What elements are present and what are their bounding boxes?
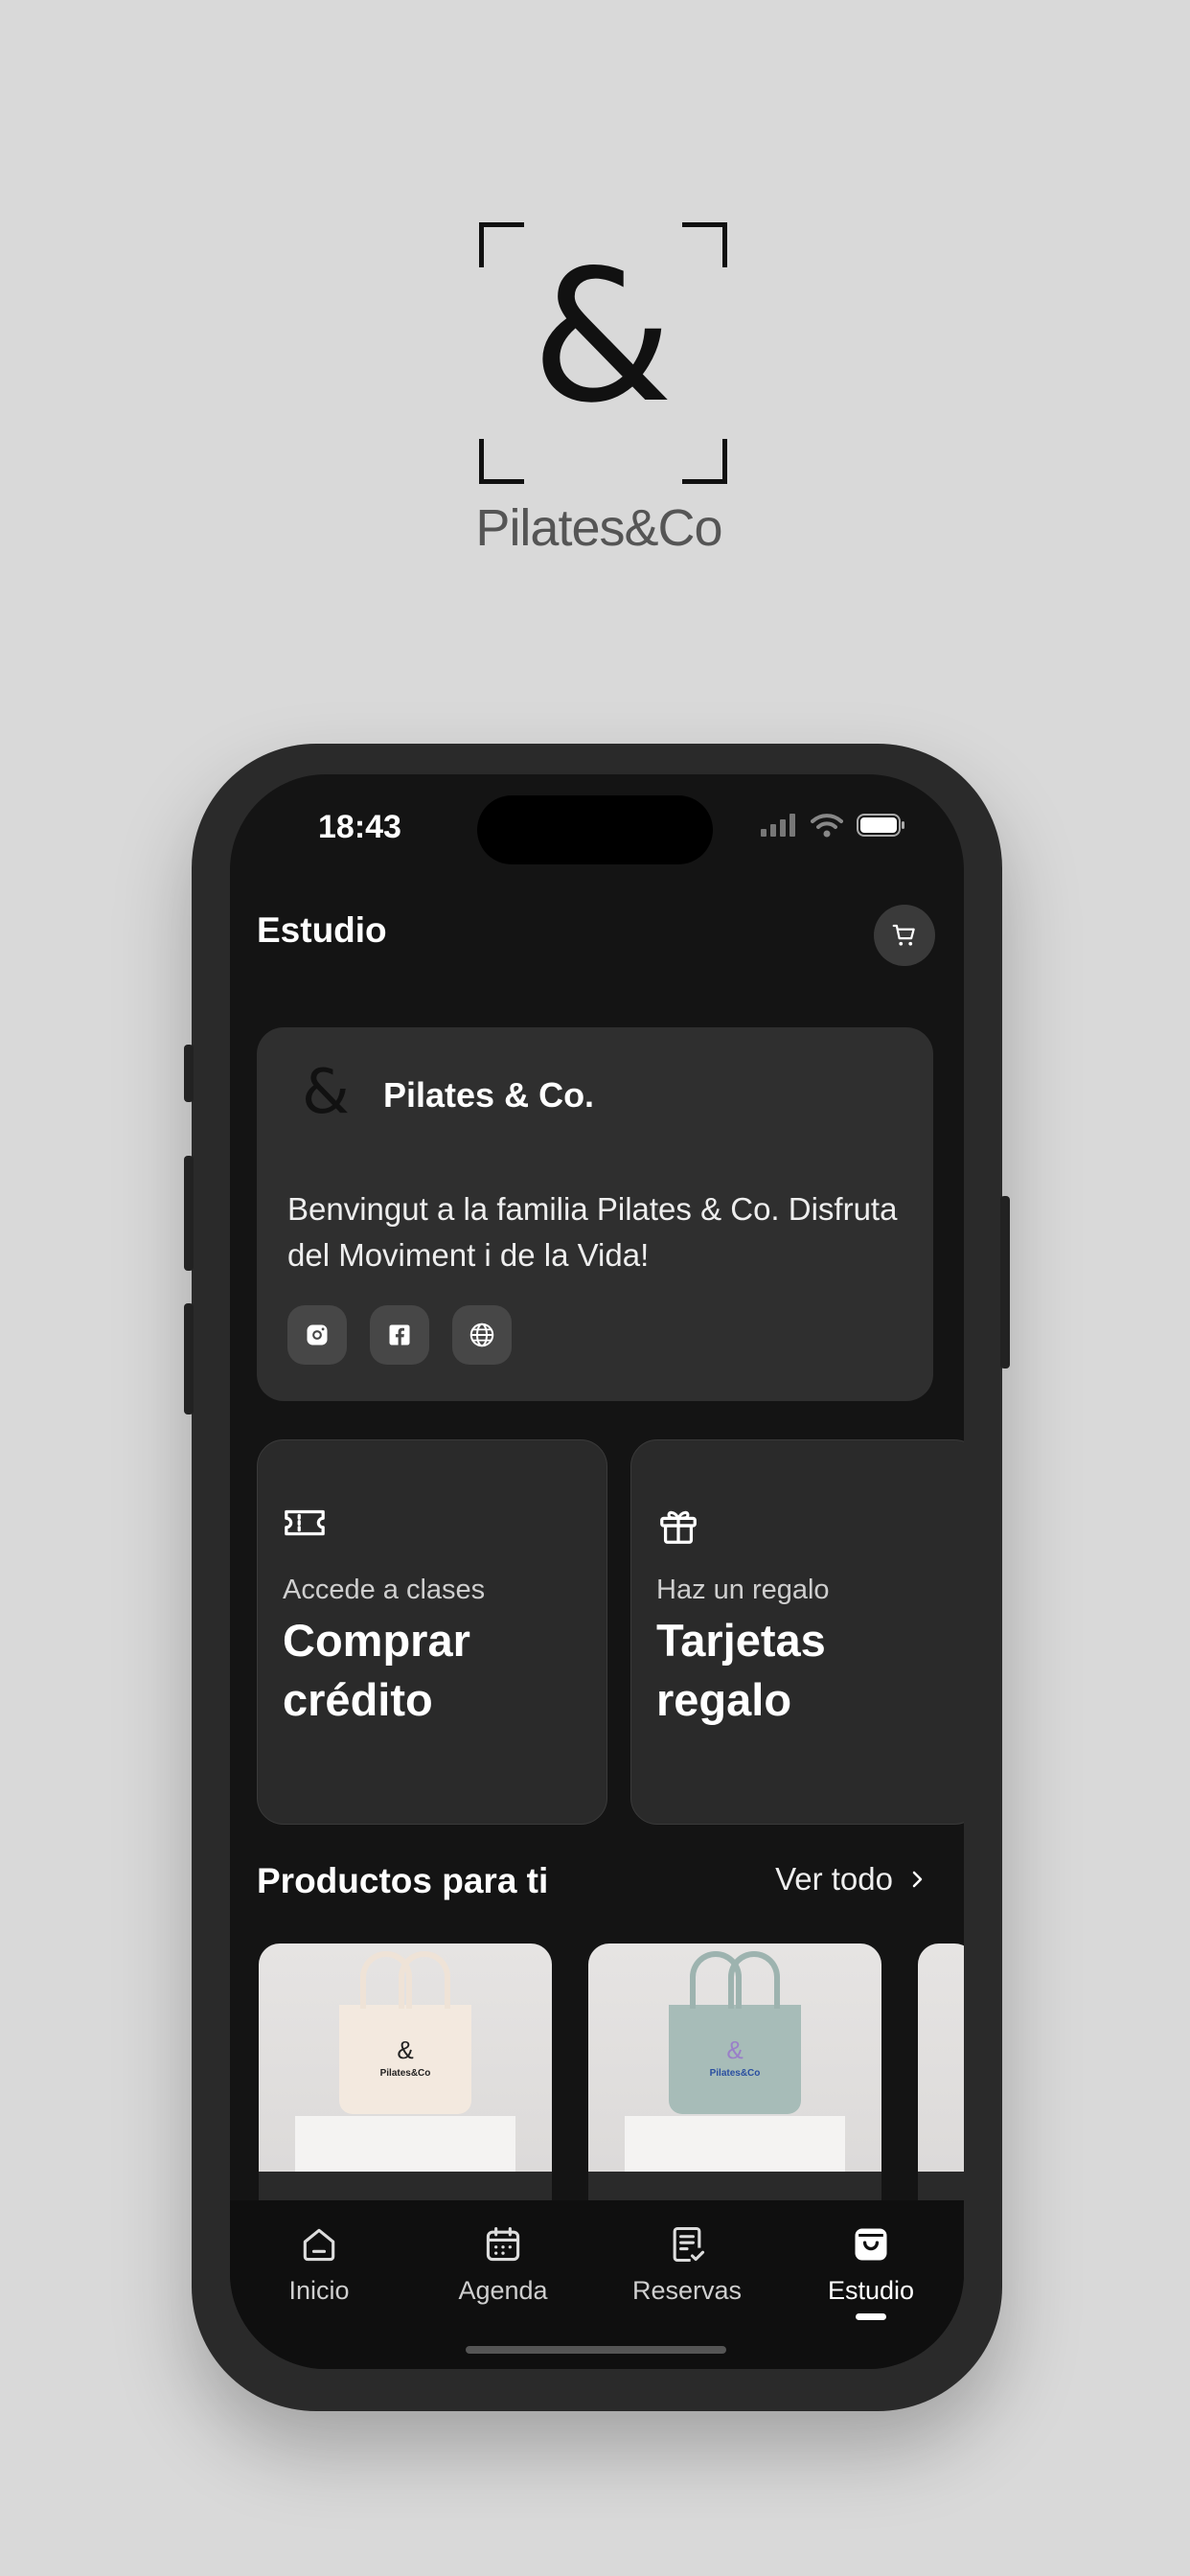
tab-estudio[interactable]: Estudio	[799, 2223, 943, 2320]
instagram-button[interactable]	[287, 1305, 347, 1365]
volume-up-button	[184, 1156, 194, 1271]
mute-switch	[184, 1045, 194, 1102]
see-all-label: Ver todo	[775, 1861, 893, 1897]
facebook-button[interactable]	[370, 1305, 429, 1365]
signal-icon	[761, 814, 795, 837]
tab-label: Inicio	[288, 2276, 350, 2305]
product-image	[918, 1944, 964, 2172]
studio-name: Pilates & Co.	[383, 1075, 595, 1115]
tab-inicio[interactable]: Inicio	[247, 2223, 391, 2306]
studio-logo: &	[287, 1054, 364, 1131]
home-icon	[303, 2228, 335, 2262]
power-button	[1000, 1196, 1010, 1368]
brand-logo: & Pilates&Co	[0, 0, 1190, 594]
card-title: Tarjetas regalo	[656, 1615, 826, 1725]
page-title: Estudio	[257, 910, 387, 950]
bag-logo-label: Pilates&Co	[709, 2068, 761, 2079]
tote-bag: & Pilates&Co	[339, 1951, 471, 2114]
gift-icon	[656, 1504, 700, 1552]
tab-label: Estudio	[827, 2276, 915, 2305]
tab-reservas[interactable]: Reservas	[615, 2223, 759, 2306]
shopping-bag-icon	[855, 2228, 887, 2261]
ticket-icon	[283, 1504, 327, 1547]
card-title: Comprar crédito	[283, 1615, 470, 1725]
logo-ampersand: &	[531, 231, 674, 443]
product-pedestal	[625, 2116, 845, 2172]
product-image: & Pilates&Co	[259, 1944, 552, 2172]
bag-logo-mark: &	[726, 2036, 744, 2064]
tab-label: Agenda	[458, 2276, 548, 2305]
cart-button[interactable]	[874, 905, 935, 966]
tab-agenda[interactable]: Agenda	[431, 2223, 575, 2306]
tote-bag: & Pilates&Co	[669, 1951, 801, 2114]
gift-cards-card[interactable]: Haz un regalo Tarjetas regalo	[630, 1439, 964, 1825]
product-pedestal	[295, 2116, 515, 2172]
product-card[interactable]: & Pilates&Co	[588, 1944, 881, 2221]
studio-description: Benvingut a la familia Pilates & Co. Dis…	[287, 1191, 898, 1273]
logo-wordmark: Pilates&Co	[475, 499, 722, 557]
calendar-icon	[486, 2226, 520, 2262]
reservations-icon	[673, 2226, 705, 2263]
product-card[interactable]	[918, 1944, 964, 2221]
home-indicator[interactable]	[466, 2346, 726, 2354]
product-image: & Pilates&Co	[588, 1944, 881, 2172]
tab-label: Reservas	[631, 2276, 743, 2305]
bag-handle	[399, 1951, 450, 2009]
cart-icon	[892, 924, 915, 946]
active-tab-indicator	[856, 2313, 886, 2320]
instagram-icon	[307, 1324, 328, 1346]
tab-bar: Inicio Agenda Reservas Estudio	[230, 2200, 964, 2369]
studio-card: & Pilates & Co. Benvingut a la familia P…	[257, 1027, 933, 1401]
products-section-title: Productos para ti	[257, 1861, 549, 1900]
battery-icon	[857, 814, 904, 837]
logo-corner	[682, 439, 727, 484]
globe-icon	[469, 1322, 494, 1347]
buy-credit-card[interactable]: Accede a clases Comprar crédito	[257, 1439, 607, 1825]
facebook-icon	[389, 1324, 410, 1346]
dynamic-island	[477, 795, 713, 864]
chevron-right-icon	[912, 1871, 923, 1888]
studio-logo-mark: &	[302, 1057, 350, 1128]
bag-handle	[728, 1951, 780, 2009]
app-screen: 18:43 Estudio & Pilates & Co. Benvingut …	[230, 774, 964, 2369]
social-links	[287, 1305, 512, 1365]
wifi-icon	[811, 814, 843, 838]
volume-down-button	[184, 1303, 194, 1414]
product-card[interactable]: & Pilates&Co	[259, 1944, 552, 2221]
bag-logo-label: Pilates&Co	[379, 2068, 431, 2079]
bag-logo-mark: &	[397, 2036, 414, 2064]
status-icons	[761, 813, 906, 838]
see-all-link[interactable]: Ver todo	[775, 1861, 926, 1898]
website-button[interactable]	[452, 1305, 512, 1365]
logo-corner	[479, 439, 524, 484]
status-time: 18:43	[318, 809, 401, 845]
card-subtitle: Haz un regalo	[656, 1575, 830, 1605]
card-subtitle: Accede a clases	[283, 1575, 486, 1605]
